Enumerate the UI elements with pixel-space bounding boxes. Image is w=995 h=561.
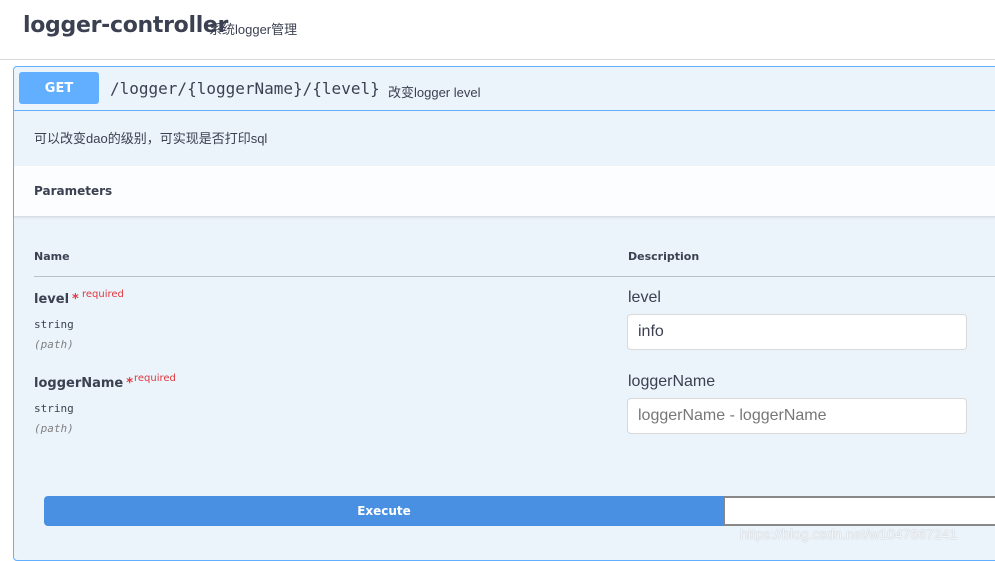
param-label-loggername: loggerName bbox=[628, 373, 716, 390]
required-star: * bbox=[126, 376, 134, 391]
operation-description: 可以改变dao的级别，可实现是否打印sql bbox=[34, 131, 268, 146]
param-type: string bbox=[34, 318, 74, 331]
clear-button[interactable] bbox=[724, 496, 995, 526]
tag-title[interactable]: logger-controller bbox=[23, 13, 228, 38]
operation-summary[interactable]: GET /logger/{loggerName}/{level} 改变logge… bbox=[14, 67, 995, 111]
column-header-name: Name bbox=[34, 250, 70, 263]
parameters-section-header: Parameters bbox=[14, 166, 995, 217]
watermark: https://blog.csdn.net/w1047667241 bbox=[740, 526, 958, 542]
param-location: (path) bbox=[34, 422, 74, 435]
param-type: string bbox=[34, 402, 74, 415]
loggername-input[interactable] bbox=[627, 398, 967, 434]
required-label: required bbox=[134, 373, 176, 384]
param-name-level: level * bbox=[34, 292, 79, 307]
execute-button[interactable]: Execute bbox=[44, 496, 724, 526]
level-input[interactable] bbox=[627, 314, 967, 350]
param-name-loggername: loggerName * bbox=[34, 376, 134, 391]
param-location: (path) bbox=[34, 338, 74, 351]
operation-block: GET /logger/{loggerName}/{level} 改变logge… bbox=[13, 66, 995, 561]
param-label-level: level bbox=[628, 289, 661, 306]
column-header-description: Description bbox=[628, 250, 700, 263]
operation-path: /logger/{loggerName}/{level} bbox=[110, 79, 380, 98]
method-badge: GET bbox=[19, 72, 99, 104]
operation-summary-text: 改变logger level bbox=[388, 85, 481, 100]
required-star: * bbox=[72, 292, 79, 307]
tag-description: 系统logger管理 bbox=[209, 22, 298, 37]
table-header-divider bbox=[34, 276, 995, 277]
required-label: required bbox=[82, 289, 124, 300]
parameters-title: Parameters bbox=[34, 184, 113, 198]
tag-header[interactable]: logger-controller 系统logger管理 bbox=[0, 0, 995, 60]
